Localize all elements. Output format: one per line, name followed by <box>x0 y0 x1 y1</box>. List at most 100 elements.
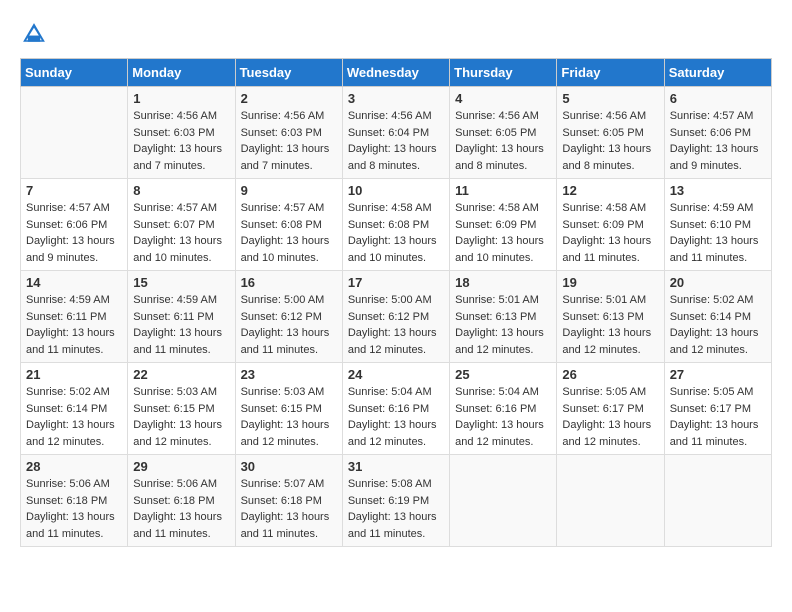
day-num-11: 11 <box>455 183 551 198</box>
cell-w2-d5: 19Sunrise: 5:01 AMSunset: 6:13 PMDayligh… <box>557 271 664 363</box>
cell-w0-d4: 4 Sunrise: 4:56 AMSunset: 6:05 PMDaylight… <box>450 87 557 179</box>
day-num-21: 21 <box>26 367 122 382</box>
day-num-28: 28 <box>26 459 122 474</box>
day-detail-10: Sunrise: 4:58 AMSunset: 6:08 PMDaylight:… <box>348 200 444 266</box>
cell-w0-d2: 2 Sunrise: 4:56 AMSunset: 6:03 PMDaylight… <box>235 87 342 179</box>
cell-w4-d6 <box>664 455 771 547</box>
cell-w3-d3: 24Sunrise: 5:04 AMSunset: 6:16 PMDayligh… <box>342 363 449 455</box>
day-num-3: 3 <box>348 91 444 106</box>
cell-w2-d4: 18Sunrise: 5:01 AMSunset: 6:13 PMDayligh… <box>450 271 557 363</box>
week-row-4: 28 Sunrise: 5:06 AMSunset: 6:18 PMDayligh… <box>21 455 772 547</box>
day-detail-15: Sunrise: 4:59 AMSunset: 6:11 PMDaylight:… <box>133 292 229 358</box>
cell-w1-d5: 12 Sunrise: 4:58 AMSunset: 6:09 PMDayligh… <box>557 179 664 271</box>
day-detail-22: Sunrise: 5:03 AMSunset: 6:15 PMDaylight:… <box>133 384 229 450</box>
day-num-2: 2 <box>241 91 337 106</box>
day-detail-3: Sunrise: 4:56 AMSunset: 6:04 PMDaylight:… <box>348 108 444 174</box>
day-detail-30: Sunrise: 5:07 AMSunset: 6:18 PMDaylight:… <box>241 476 337 542</box>
cell-w3-d6: 27 Sunrise: 5:05 AMSunset: 6:17 PMDayligh… <box>664 363 771 455</box>
day-num-13: 13 <box>670 183 766 198</box>
day-num-8: 8 <box>133 183 229 198</box>
day-num-27: 27 <box>670 367 766 382</box>
cell-w1-d3: 10 Sunrise: 4:58 AMSunset: 6:08 PMDayligh… <box>342 179 449 271</box>
header-row: Sunday Monday Tuesday Wednesday Thursday… <box>21 59 772 87</box>
day-num-20: 20 <box>670 275 766 290</box>
col-thursday: Thursday <box>450 59 557 87</box>
logo <box>20 20 50 48</box>
day-num-26: 26 <box>562 367 658 382</box>
day-detail-2: Sunrise: 4:56 AMSunset: 6:03 PMDaylight:… <box>241 108 337 174</box>
day-num-31: 31 <box>348 459 444 474</box>
day-detail-31: Sunrise: 5:08 AMSunset: 6:19 PMDaylight:… <box>348 476 444 542</box>
day-detail-25: Sunrise: 5:04 AMSunset: 6:16 PMDaylight:… <box>455 384 551 450</box>
day-detail-23: Sunrise: 5:03 AMSunset: 6:15 PMDaylight:… <box>241 384 337 450</box>
cell-w2-d0: 14 Sunrise: 4:59 AMSunset: 6:11 PMDayligh… <box>21 271 128 363</box>
cell-w0-d0 <box>21 87 128 179</box>
cell-w4-d4 <box>450 455 557 547</box>
cell-w2-d6: 20 Sunrise: 5:02 AMSunset: 6:14 PMDayligh… <box>664 271 771 363</box>
day-detail-1: Sunrise: 4:56 AMSunset: 6:03 PMDaylight:… <box>133 108 229 174</box>
day-num-29: 29 <box>133 459 229 474</box>
day-num-23: 23 <box>241 367 337 382</box>
day-detail-24: Sunrise: 5:04 AMSunset: 6:16 PMDaylight:… <box>348 384 444 450</box>
cell-w2-d1: 15 Sunrise: 4:59 AMSunset: 6:11 PMDayligh… <box>128 271 235 363</box>
page-header <box>20 20 772 48</box>
day-num-22: 22 <box>133 367 229 382</box>
day-num-10: 10 <box>348 183 444 198</box>
day-num-6: 6 <box>670 91 766 106</box>
day-num-14: 14 <box>26 275 122 290</box>
day-detail-11: Sunrise: 4:58 AMSunset: 6:09 PMDaylight:… <box>455 200 551 266</box>
day-detail-26: Sunrise: 5:05 AMSunset: 6:17 PMDaylight:… <box>562 384 658 450</box>
cell-w0-d6: 6 Sunrise: 4:57 AMSunset: 6:06 PMDaylight… <box>664 87 771 179</box>
day-detail-5: Sunrise: 4:56 AMSunset: 6:05 PMDaylight:… <box>562 108 658 174</box>
day-detail-28: Sunrise: 5:06 AMSunset: 6:18 PMDaylight:… <box>26 476 122 542</box>
day-num-17: 17 <box>348 275 444 290</box>
day-detail-27: Sunrise: 5:05 AMSunset: 6:17 PMDaylight:… <box>670 384 766 450</box>
cell-w4-d0: 28 Sunrise: 5:06 AMSunset: 6:18 PMDayligh… <box>21 455 128 547</box>
col-wednesday: Wednesday <box>342 59 449 87</box>
day-num-9: 9 <box>241 183 337 198</box>
cell-w0-d3: 3 Sunrise: 4:56 AMSunset: 6:04 PMDaylight… <box>342 87 449 179</box>
cell-w1-d6: 13 Sunrise: 4:59 AMSunset: 6:10 PMDayligh… <box>664 179 771 271</box>
col-sunday: Sunday <box>21 59 128 87</box>
day-detail-7: Sunrise: 4:57 AMSunset: 6:06 PMDaylight:… <box>26 200 122 266</box>
day-num-25: 25 <box>455 367 551 382</box>
day-detail-4: Sunrise: 4:56 AMSunset: 6:05 PMDaylight:… <box>455 108 551 174</box>
calendar-body: 1 Sunrise: 4:56 AMSunset: 6:03 PMDaylight… <box>21 87 772 547</box>
day-detail-16: Sunrise: 5:00 AMSunset: 6:12 PMDaylight:… <box>241 292 337 358</box>
day-detail-18: Sunrise: 5:01 AMSunset: 6:13 PMDaylight:… <box>455 292 551 358</box>
cell-w3-d1: 22 Sunrise: 5:03 AMSunset: 6:15 PMDayligh… <box>128 363 235 455</box>
cell-w1-d2: 9Sunrise: 4:57 AMSunset: 6:08 PMDaylight… <box>235 179 342 271</box>
day-num-7: 7 <box>26 183 122 198</box>
day-num-1: 1 <box>133 91 229 106</box>
cell-w4-d5 <box>557 455 664 547</box>
cell-w1-d1: 8Sunrise: 4:57 AMSunset: 6:07 PMDaylight… <box>128 179 235 271</box>
week-row-2: 14 Sunrise: 4:59 AMSunset: 6:11 PMDayligh… <box>21 271 772 363</box>
day-num-5: 5 <box>562 91 658 106</box>
cell-w3-d2: 23 Sunrise: 5:03 AMSunset: 6:15 PMDayligh… <box>235 363 342 455</box>
cell-w1-d4: 11 Sunrise: 4:58 AMSunset: 6:09 PMDayligh… <box>450 179 557 271</box>
day-detail-6: Sunrise: 4:57 AMSunset: 6:06 PMDaylight:… <box>670 108 766 174</box>
day-num-12: 12 <box>562 183 658 198</box>
day-detail-14: Sunrise: 4:59 AMSunset: 6:11 PMDaylight:… <box>26 292 122 358</box>
calendar-table: Sunday Monday Tuesday Wednesday Thursday… <box>20 58 772 547</box>
day-num-30: 30 <box>241 459 337 474</box>
col-saturday: Saturday <box>664 59 771 87</box>
day-num-15: 15 <box>133 275 229 290</box>
cell-w1-d0: 7 Sunrise: 4:57 AMSunset: 6:06 PMDaylight… <box>21 179 128 271</box>
day-detail-13: Sunrise: 4:59 AMSunset: 6:10 PMDaylight:… <box>670 200 766 266</box>
day-num-16: 16 <box>241 275 337 290</box>
day-num-4: 4 <box>455 91 551 106</box>
cell-w2-d3: 17Sunrise: 5:00 AMSunset: 6:12 PMDayligh… <box>342 271 449 363</box>
week-row-1: 7 Sunrise: 4:57 AMSunset: 6:06 PMDaylight… <box>21 179 772 271</box>
col-friday: Friday <box>557 59 664 87</box>
cell-w4-d1: 29Sunrise: 5:06 AMSunset: 6:18 PMDayligh… <box>128 455 235 547</box>
day-num-19: 19 <box>562 275 658 290</box>
cell-w3-d4: 25 Sunrise: 5:04 AMSunset: 6:16 PMDayligh… <box>450 363 557 455</box>
cell-w4-d3: 31 Sunrise: 5:08 AMSunset: 6:19 PMDayligh… <box>342 455 449 547</box>
logo-icon <box>20 20 48 48</box>
cell-w0-d1: 1 Sunrise: 4:56 AMSunset: 6:03 PMDaylight… <box>128 87 235 179</box>
week-row-3: 21 Sunrise: 5:02 AMSunset: 6:14 PMDayligh… <box>21 363 772 455</box>
day-detail-21: Sunrise: 5:02 AMSunset: 6:14 PMDaylight:… <box>26 384 122 450</box>
day-detail-12: Sunrise: 4:58 AMSunset: 6:09 PMDaylight:… <box>562 200 658 266</box>
day-detail-20: Sunrise: 5:02 AMSunset: 6:14 PMDaylight:… <box>670 292 766 358</box>
